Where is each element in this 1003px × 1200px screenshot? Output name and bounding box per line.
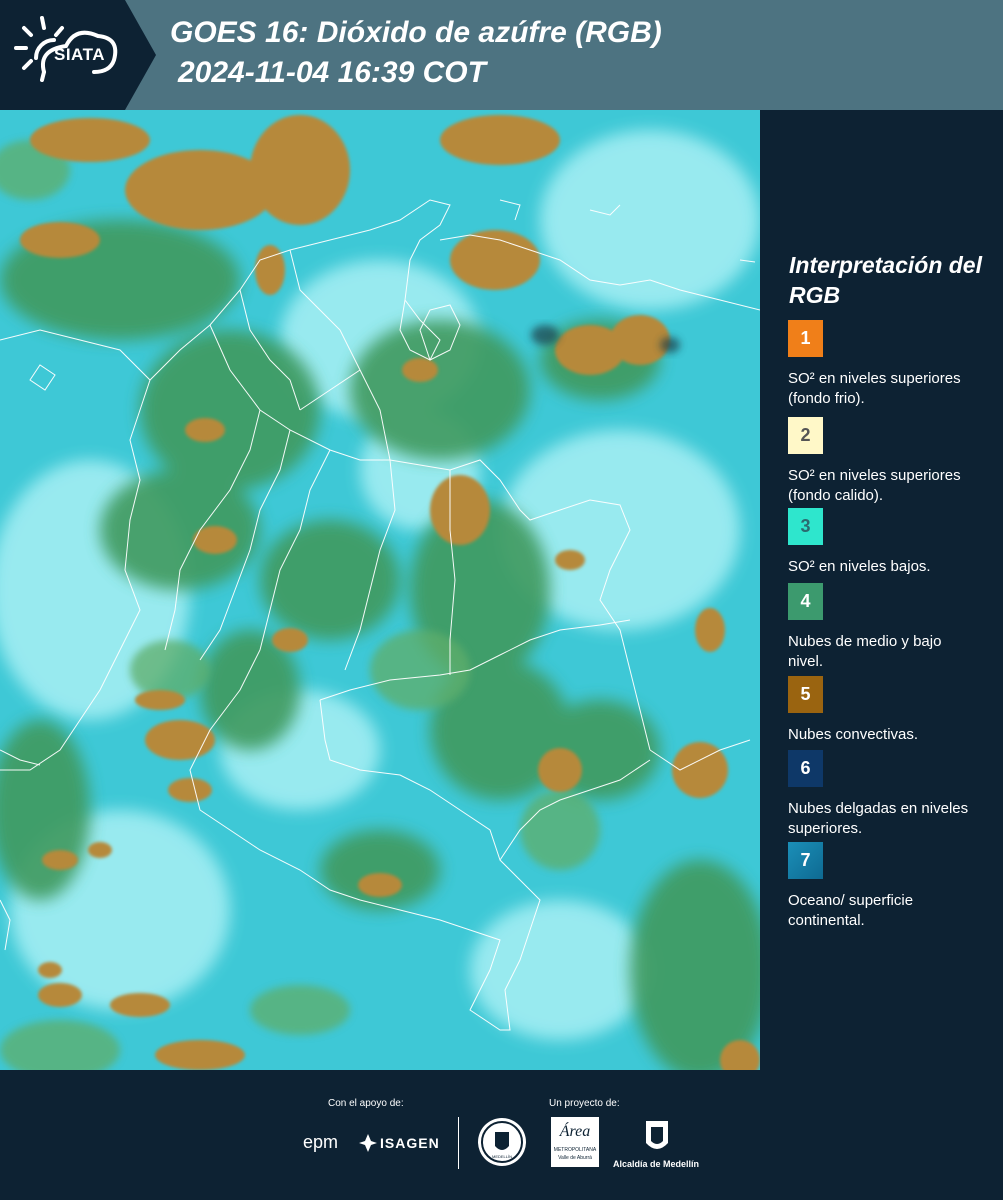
rgb-composite-image	[0, 110, 760, 1070]
legend-number-1: 1	[800, 328, 811, 348]
siata-logo: SIATA	[0, 0, 156, 110]
legend-label-5: Nubes convectivas.	[788, 726, 919, 743]
alcaldia-label: Alcaldía de Medellín	[613, 1159, 700, 1169]
legend-label-7: Oceano/ superficie continental.	[788, 892, 914, 929]
legend-label-6: Nubes delgadas en niveles superiores.	[788, 800, 969, 837]
legend-swatch-3: 3	[788, 508, 823, 545]
isagen-logo: ISAGEN	[380, 1135, 440, 1151]
area-logo-text: Área	[559, 1123, 591, 1140]
area-logo-sub: METROPOLITANA	[553, 1147, 597, 1153]
legend-item-3: 3 SO² en niveles bajos.	[788, 508, 988, 577]
legend-swatch-4: 4	[788, 583, 823, 620]
epm-logo: epm	[303, 1132, 339, 1152]
area-metropolitana-logo: Área METROPOLITANA Valle de Aburrá	[551, 1117, 599, 1167]
isagen-icon	[359, 1134, 377, 1152]
area-logo-sub2: Valle de Aburrá	[558, 1155, 592, 1161]
legend-swatch-6: 6	[788, 750, 823, 787]
legend-swatch-7: 7	[788, 842, 823, 879]
legend-item-2: 2 SO² en niveles superiores (fondo calid…	[788, 417, 988, 506]
support-label: Con el apoyo de:	[328, 1098, 404, 1109]
page-title: GOES 16: Dióxido de azúfre (RGB)	[170, 16, 662, 49]
legend-swatch-5: 5	[788, 676, 823, 713]
legend-item-1: 1 SO² en niveles superiores (fondo frio)…	[788, 320, 988, 409]
legend-item-5: 5 Nubes convectivas.	[788, 676, 988, 745]
logo-text: SIATA	[54, 45, 105, 64]
legend-item-4: 4 Nubes de medio y bajo nivel.	[788, 583, 988, 672]
legend-label-2: SO² en niveles superiores (fondo calido)…	[788, 467, 961, 504]
footer-divider	[458, 1117, 459, 1169]
legend-title: Interpretación del RGB	[789, 252, 982, 308]
legend-number-5: 5	[800, 684, 811, 704]
legend-number-7: 7	[800, 850, 811, 870]
legend-swatch-1: 1	[788, 320, 823, 357]
legend-label-4: Nubes de medio y bajo nivel.	[788, 633, 942, 670]
legend-number-4: 4	[800, 591, 811, 611]
header-bar: SIATA GOES 16: Dióxido de azúfre (RGB) 2…	[0, 0, 1003, 110]
legend-number-6: 6	[800, 758, 811, 778]
legend-label-1: SO² en niveles superiores (fondo frio).	[788, 370, 961, 407]
legend-item-6: 6 Nubes delgadas en niveles superiores.	[788, 750, 988, 839]
legend-panel: Interpretación del RGB 1 SO² en niveles …	[760, 110, 1003, 1070]
legend-label-3: SO² en niveles bajos.	[788, 558, 931, 575]
project-label: Un proyecto de:	[549, 1098, 620, 1109]
legend-item-7: 7 Oceano/ superficie continental.	[788, 842, 988, 931]
seal-text: MEDELLÍN	[491, 1154, 512, 1159]
satellite-map[interactable]	[0, 110, 760, 1070]
legend-number-3: 3	[800, 516, 811, 536]
medellin-seal: MEDELLÍN	[478, 1118, 526, 1166]
coat-of-arms-icon	[646, 1121, 668, 1149]
footer: Con el apoyo de: Un proyecto de: epm ISA…	[0, 1070, 1003, 1200]
page-timestamp: 2024-11-04 16:39 COT	[178, 56, 486, 89]
legend-number-2: 2	[800, 425, 811, 445]
legend-swatch-2: 2	[788, 417, 823, 454]
